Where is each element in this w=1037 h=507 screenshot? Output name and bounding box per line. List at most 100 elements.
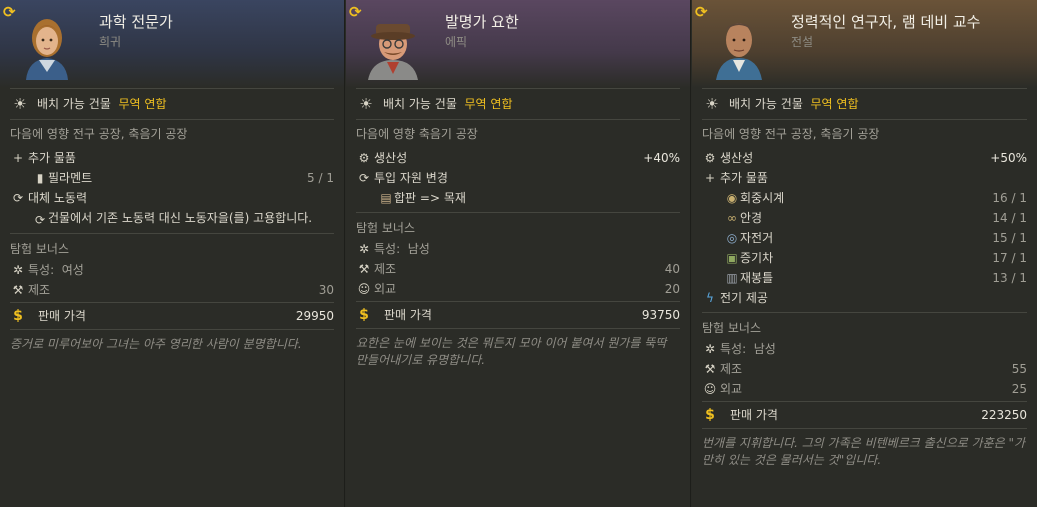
tools-icon: ⚒ (12, 283, 24, 297)
trait-icon: ✲ (12, 263, 24, 277)
extra-goods-row: + 추가 물품 (0, 148, 344, 168)
trait-row: ✲ 특성: 남성 (692, 339, 1037, 359)
productivity-gear-icon: ⚙ (358, 151, 370, 165)
flavor-text: 요한은 눈에 보이는 것은 뭐든지 모아 이어 붙여서 뭔가를 뚝딱 만들어내기… (356, 336, 667, 367)
input-change-row: ⟳ 투입 자원 변경 (346, 168, 690, 188)
diplomacy-icon: ☺ (357, 282, 371, 296)
card-title: 발명가 요한 (445, 13, 519, 31)
price-row: $ 판매 가격 29950 (0, 303, 344, 329)
buildable-label: 배치 가능 건물 (383, 97, 457, 111)
pocket-watch-icon: ◉ (726, 191, 738, 205)
portrait-inventor (368, 24, 418, 80)
buildable-label: 배치 가능 건물 (37, 97, 111, 111)
affects-label: 다음에 영향 전구 공장, 축음기 공장 (10, 127, 188, 141)
goods-item-glasses: ∞ 안경 14 / 1 (692, 208, 1037, 228)
goods-ratio: 13 / 1 (992, 271, 1027, 285)
goods-name: 증기차 (740, 251, 774, 265)
electricity-row: ϟ 전기 제공 (692, 288, 1037, 308)
trait-label: 특성: (374, 242, 401, 256)
goods-item-bicycle: ◎ 자전거 15 / 1 (692, 228, 1037, 248)
stat-row-crafting: ⚒ 제조 40 (346, 259, 690, 279)
affects-label: 다음에 영향 전구 공장, 축음기 공장 (702, 127, 880, 141)
divider (356, 119, 680, 120)
stat-value: 40 (664, 262, 680, 276)
price-value: 93750 (641, 308, 680, 322)
sun-icon: ☀ (359, 95, 373, 113)
goods-name: 안경 (740, 211, 763, 225)
filament-icon: ▮ (36, 171, 44, 185)
bicycle-icon: ◎ (726, 231, 738, 245)
tools-icon: ⚒ (358, 262, 370, 276)
productivity-row: ⚙ 생산성 +40% (346, 148, 690, 168)
productivity-label: 생산성 (374, 151, 408, 165)
goods-item-sewing-machine: ▥ 재봉틀 13 / 1 (692, 268, 1037, 288)
input-change-label: 투입 자원 변경 (374, 171, 448, 185)
stat-value: 25 (1011, 382, 1027, 396)
expedition-label: 탐험 보너스 (702, 321, 762, 335)
goods-ratio: 16 / 1 (992, 191, 1027, 205)
trait-value: 남성 (407, 242, 430, 256)
specialist-card-inventor-johann[interactable]: ⟳ 발명가 요한 에픽 ☀ 배치 가능 건물 무역 연합 다음에 영향 축음기 … (346, 0, 691, 507)
specialist-card-professor-ram-devi[interactable]: ⟳ 정력적인 연구자, 램 데비 교수 전설 ☀ 배치 가능 건물 무역 연합 … (692, 0, 1037, 507)
price-row: $ 판매 가격 93750 (346, 302, 690, 328)
trait-icon: ✲ (358, 242, 370, 256)
stat-name: 제조 (374, 262, 397, 276)
productivity-label: 생산성 (720, 151, 754, 165)
buildable-row: ☀ 배치 가능 건물 무역 연합 (346, 89, 690, 119)
portrait-professor (716, 23, 762, 80)
plywood-icon: ▤ (380, 191, 392, 205)
stat-value: 20 (664, 282, 680, 296)
stat-row-diplomacy: ☺ 외교 20 (346, 279, 690, 299)
buildable-row: ☀ 배치 가능 건물 무역 연합 (692, 89, 1037, 119)
extra-goods-row: + 추가 물품 (692, 168, 1037, 188)
card-header: ⟳ 정력적인 연구자, 램 데비 교수 전설 (692, 0, 1037, 88)
trait-label: 특성: (28, 263, 55, 277)
goods-ratio: 17 / 1 (992, 251, 1027, 265)
stat-row-crafting: ⚒ 제조 55 (692, 359, 1037, 379)
lightning-icon: ϟ (706, 291, 714, 305)
replace-label: 대체 노동력 (28, 191, 88, 205)
plus-icon: + (704, 171, 716, 185)
price-row: $ 판매 가격 223250 (692, 402, 1037, 428)
replace-workforce-row: ⟳ 대체 노동력 (0, 188, 344, 208)
stat-name: 제조 (720, 362, 743, 376)
productivity-row: ⚙ 생산성 +50% (692, 148, 1037, 168)
buildable-value: 무역 연합 (464, 97, 513, 111)
cycle-icon: ⟳ (358, 171, 370, 185)
sun-icon: ☀ (13, 95, 27, 113)
price-value: 29950 (295, 309, 334, 323)
extra-goods-label: 추가 물품 (720, 171, 768, 185)
portrait-female-scientist (26, 19, 68, 80)
glasses-icon: ∞ (727, 211, 737, 225)
productivity-gear-icon: ⚙ (704, 151, 716, 165)
flavor-text: 번개를 지휘합니다. 그의 가족은 비텐베르크 출신으로 가훈은 "가만히 있는… (702, 436, 1026, 467)
stat-name: 제조 (28, 283, 51, 297)
price-label: 판매 가격 (38, 309, 86, 323)
expedition-label: 탐험 보너스 (356, 221, 416, 235)
buildable-value: 무역 연합 (118, 97, 167, 111)
goods-name: 재봉틀 (740, 271, 774, 285)
steam-car-icon: ▣ (726, 251, 738, 265)
input-change-item: ▤ 합판 => 목재 (346, 188, 690, 208)
card-title: 과학 전문가 (99, 13, 173, 31)
trait-label: 특성: (720, 342, 747, 356)
buildable-label: 배치 가능 건물 (729, 97, 803, 111)
stat-value: 30 (318, 283, 334, 297)
replace-desc-row: ⟳ 건물에서 기존 노동력 대신 노동자을(를) 고용합니다. (0, 208, 344, 229)
stat-row-crafting: ⚒ 제조 30 (0, 280, 344, 300)
stat-name: 외교 (720, 382, 743, 396)
goods-name: 자전거 (740, 231, 774, 245)
divider (356, 212, 680, 213)
divider (702, 312, 1027, 313)
expedition-label: 탐험 보너스 (10, 242, 70, 256)
stat-name: 외교 (374, 282, 397, 296)
trait-icon: ✲ (704, 342, 716, 356)
cycle-icon: ⟳ (12, 191, 24, 205)
specialist-card-science-expert[interactable]: ⟳ 과학 전문가 희귀 ☀ 배치 가능 건물 무역 연합 다음에 영향 전구 공… (0, 0, 345, 507)
cycle-icon: ⟳ (34, 213, 46, 227)
divider (10, 233, 334, 234)
productivity-value: +50% (990, 151, 1027, 165)
affects-label: 다음에 영향 축음기 공장 (356, 127, 478, 141)
diplomacy-icon: ☺ (703, 382, 717, 396)
replace-desc: 건물에서 기존 노동력 대신 노동자을(를) 고용합니다. (48, 211, 313, 225)
